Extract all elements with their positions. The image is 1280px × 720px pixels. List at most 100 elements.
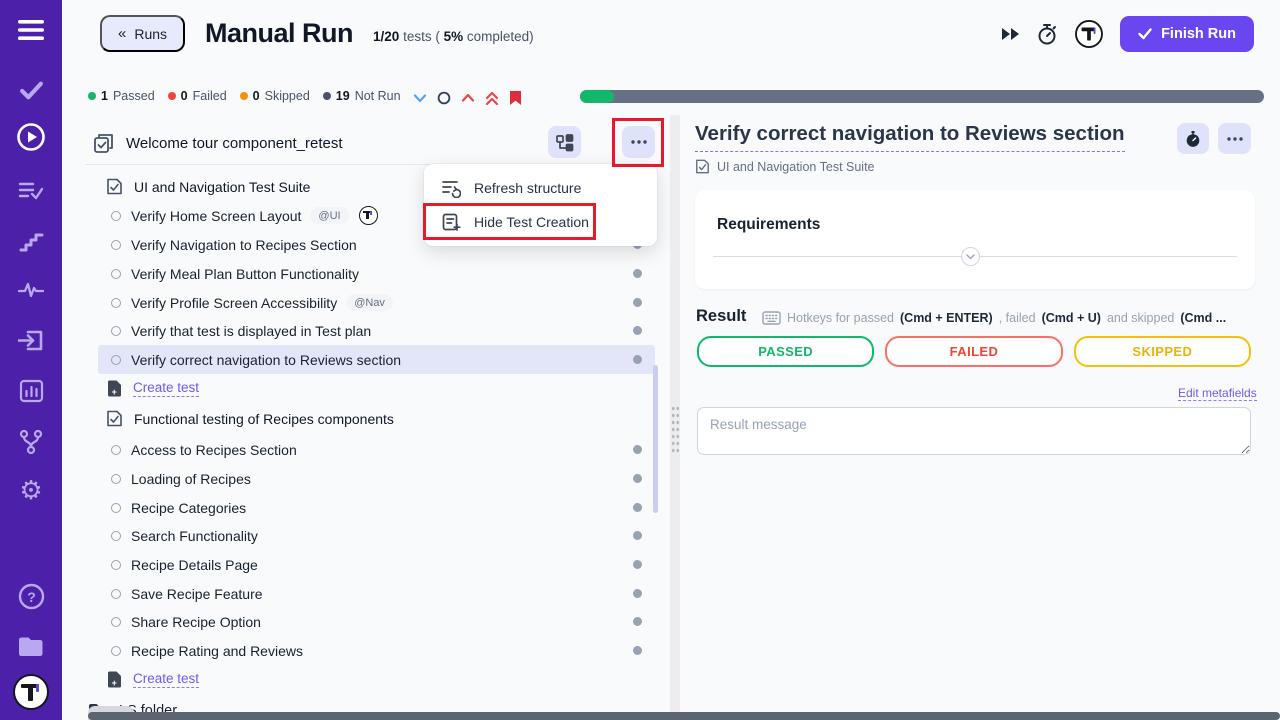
breadcrumb-suite-label: UI and Navigation Test Suite (717, 160, 875, 174)
test-row[interactable]: Recipe Details Page (98, 550, 655, 579)
check-icon (1138, 28, 1152, 40)
failed-button[interactable]: FAILED (885, 336, 1062, 367)
hotkeys-sep2: and skipped (1107, 311, 1174, 325)
test-label: Recipe Rating and Reviews (131, 643, 303, 659)
notrun-count: 19 (336, 89, 350, 103)
gear-icon[interactable]: ⚙ (0, 478, 62, 504)
test-label: Loading of Recipes (131, 471, 251, 487)
test-status-circle (111, 617, 121, 627)
test-result-dot (633, 298, 642, 307)
test-tag-badge: @UI (310, 207, 348, 224)
skipped-dot (240, 92, 248, 100)
test-status-circle (111, 646, 121, 656)
test-status-circle (111, 269, 121, 279)
hotkeys-hint: Hotkeys for passed (Cmd + ENTER) , faile… (762, 311, 1254, 325)
hotkeys-sep1: , failed (999, 311, 1036, 325)
test-timer-button[interactable] (1177, 123, 1209, 154)
test-label: Save Recipe Feature (131, 586, 263, 602)
create-test-link[interactable]: + Create test (98, 665, 655, 694)
requirements-toggle[interactable] (961, 247, 980, 266)
menu-icon[interactable] (0, 19, 62, 41)
test-row[interactable]: Loading of Recipes (98, 464, 655, 493)
passed-button[interactable]: PASSED (697, 336, 874, 367)
passed-dot (88, 92, 96, 100)
tree-panel-header: Welcome tour component_retest (85, 122, 655, 164)
test-label: Verify Navigation to Recipes Section (131, 237, 357, 253)
chevron-up-icon[interactable] (461, 93, 475, 103)
check-icon[interactable] (0, 80, 62, 102)
tests-count: 1/20 (373, 29, 399, 44)
skipped-button[interactable]: SKIPPED (1074, 336, 1251, 367)
tree-structure-button[interactable] (548, 126, 581, 158)
test-label: Access to Recipes Section (131, 442, 297, 458)
test-row[interactable]: Recipe Rating and Reviews (98, 636, 655, 665)
folder-icon[interactable] (0, 634, 62, 658)
create-test-link[interactable]: + Create test (98, 374, 655, 403)
menu-item-label: Refresh structure (474, 180, 581, 196)
finish-run-button[interactable]: Finish Run (1120, 16, 1254, 52)
run-progress-bar (580, 90, 1264, 103)
steps-icon[interactable] (0, 230, 62, 252)
activity-icon[interactable] (0, 280, 62, 300)
test-row[interactable]: Search Functionality (98, 521, 655, 550)
test-label: Recipe Categories (131, 500, 246, 516)
svg-text:?: ? (27, 589, 36, 605)
help-icon[interactable]: ? (0, 583, 62, 610)
test-row[interactable]: Access to Recipes Section (98, 435, 655, 464)
panel-splitter[interactable] (670, 115, 680, 720)
test-result-dot (633, 503, 642, 512)
test-status-circle (111, 240, 121, 250)
chevron-down-icon[interactable] (413, 93, 427, 103)
test-status-circle (111, 560, 121, 570)
test-result-dot (633, 269, 642, 278)
passed-label: Passed (113, 89, 155, 103)
circle-filter-icon[interactable] (437, 91, 451, 105)
test-more-button[interactable] (1218, 123, 1251, 154)
bookmark-icon[interactable] (509, 90, 522, 106)
suite-row[interactable]: Functional testing of Recipes components (85, 404, 655, 433)
tree-scrollbar[interactable] (653, 365, 658, 513)
account-logo[interactable] (1075, 20, 1103, 48)
list-check-icon[interactable] (0, 180, 62, 202)
test-row[interactable]: Save Recipe Feature (98, 579, 655, 608)
progress-fill (580, 90, 614, 103)
tests-text: tests ( (403, 29, 440, 44)
svg-text:+: + (112, 678, 117, 688)
test-status-circle (111, 326, 121, 336)
test-status-circle (111, 445, 121, 455)
requirements-title: Requirements (717, 216, 820, 234)
sign-in-icon[interactable] (0, 328, 62, 353)
test-row[interactable]: Verify Profile Screen Accessibility @Nav (98, 288, 655, 317)
finish-run-label: Finish Run (1161, 26, 1236, 42)
tree-more-button[interactable] (622, 126, 655, 158)
test-row[interactable]: Recipe Categories (98, 493, 655, 522)
suite-file-icon (106, 177, 123, 196)
test-row[interactable]: Share Recipe Option (98, 607, 655, 636)
back-to-runs-button[interactable]: « Runs (100, 15, 185, 52)
test-status-circle (111, 503, 121, 513)
file-plus-icon: + (107, 671, 122, 688)
bar-chart-icon[interactable] (0, 379, 62, 403)
branch-icon[interactable] (0, 429, 62, 455)
timer-icon[interactable] (1036, 22, 1058, 46)
breadcrumb[interactable]: UI and Navigation Test Suite (695, 158, 875, 175)
test-result-dot (633, 560, 642, 569)
test-detail-title[interactable]: Verify correct navigation to Reviews sec… (695, 122, 1125, 152)
splitter-grip-icon (671, 405, 679, 455)
double-chevron-up-icon[interactable] (485, 91, 499, 106)
passed-stat: 1 Passed (88, 89, 155, 103)
play-circle-icon[interactable] (0, 122, 62, 152)
fast-forward-icon[interactable] (1001, 26, 1020, 42)
requirements-card: Requirements (695, 190, 1255, 289)
horizontal-scrollbar[interactable] (88, 712, 1280, 720)
menu-item-refresh-structure[interactable]: Refresh structure (424, 171, 657, 205)
result-message-input[interactable] (697, 407, 1251, 455)
test-row-selected[interactable]: Verify correct navigation to Reviews sec… (98, 345, 655, 374)
edit-metafields-link[interactable]: Edit metafields (1178, 386, 1257, 401)
test-label: Search Functionality (131, 528, 258, 544)
run-progress-text: 1/20 tests ( 5% completed) (373, 29, 534, 44)
menu-item-hide-test-creation[interactable]: Hide Test Creation (424, 205, 657, 239)
test-label: Recipe Details Page (131, 557, 258, 573)
test-row[interactable]: Verify Meal Plan Button Functionality (98, 259, 655, 288)
test-row[interactable]: Verify that test is displayed in Test pl… (98, 316, 655, 345)
